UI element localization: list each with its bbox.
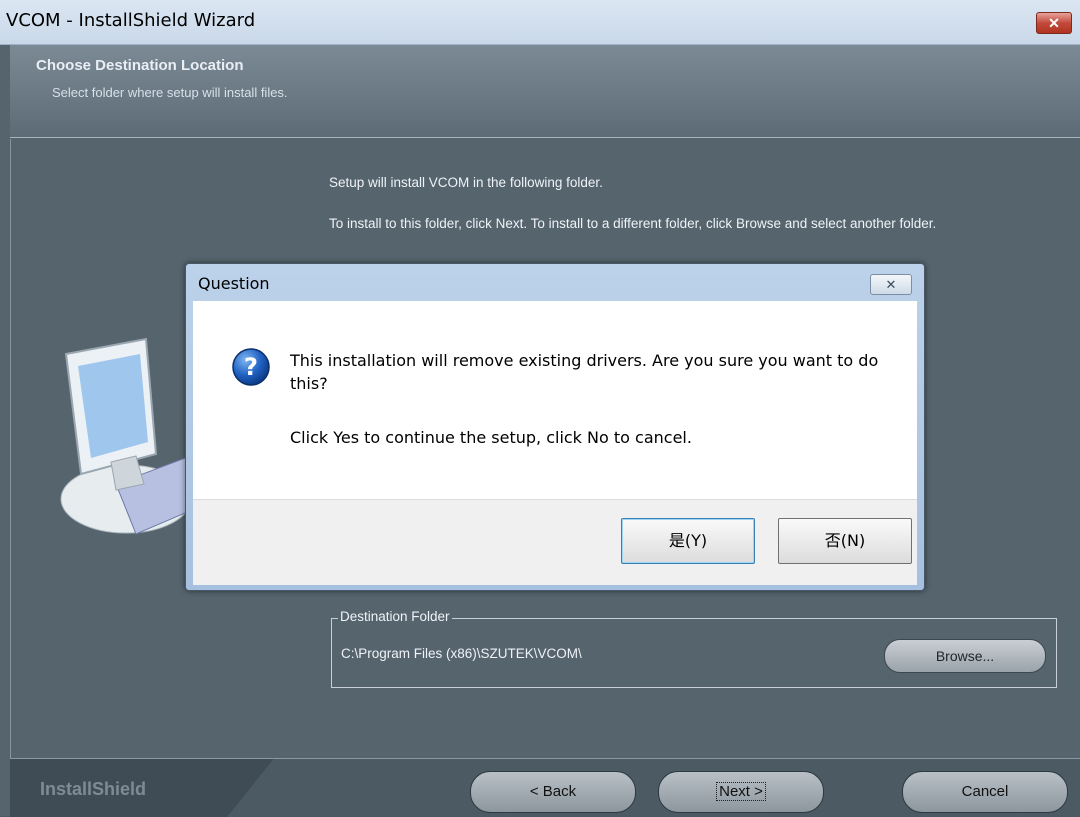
question-dialog: Question ✕ ? This installation will remo… [185,263,925,591]
browse-button[interactable]: Browse... [884,639,1046,673]
dialog-content: ? This installation will remove existing… [193,301,917,499]
back-button[interactable]: < Back [470,771,636,813]
dialog-message-2: Click Yes to continue the setup, click N… [290,428,692,447]
page-title: Choose Destination Location [36,57,244,74]
dialog-close-button[interactable]: ✕ [870,274,912,295]
window-close-button[interactable]: ✕ [1036,12,1072,34]
cancel-button[interactable]: Cancel [902,771,1068,813]
svg-text:?: ? [244,353,258,381]
dialog-message: This installation will remove existing d… [290,351,879,393]
dialog-button-bar: 是(Y) 否(N) [193,499,917,585]
no-button[interactable]: 否(N) [778,518,912,564]
destination-path: C:\Program Files (x86)\SZUTEK\VCOM\ [341,646,582,661]
window-title: VCOM - InstallShield Wizard [6,10,256,31]
window-titlebar: VCOM - InstallShield Wizard ✕ [0,0,1080,45]
wizard-header: Choose Destination Location Select folde… [10,45,1080,138]
question-icon: ? [232,348,270,386]
destination-folder-legend: Destination Folder [338,609,452,624]
next-button[interactable]: Next > [658,771,824,813]
next-button-label: Next > [716,782,766,801]
yes-button[interactable]: 是(Y) [621,518,755,564]
wizard-footer: InstallShield < Back Next > Cancel [10,758,1080,817]
info-text-2: To install to this folder, click Next. T… [329,216,937,231]
destination-folder-group: Destination Folder C:\Program Files (x86… [331,609,1057,688]
info-text-1: Setup will install VCOM in the following… [329,175,603,190]
page-subtitle: Select folder where setup will install f… [52,85,288,100]
computer-illustration-icon [60,337,206,535]
dialog-title: Question [198,274,270,293]
installshield-logo: InstallShield [40,779,147,799]
